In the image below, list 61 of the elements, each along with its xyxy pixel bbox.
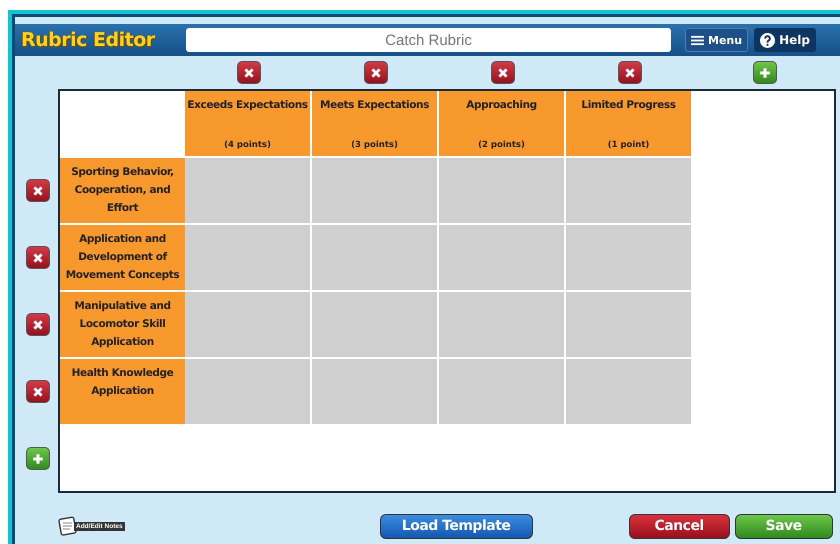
level-title: Limited Progress: [581, 99, 676, 111]
delete-row-button[interactable]: [26, 380, 50, 403]
level-title: Exceeds Expectations: [187, 99, 308, 111]
rubric-cell[interactable]: [566, 359, 693, 426]
cancel-button[interactable]: Cancel: [628, 514, 730, 538]
criterion-cell[interactable]: Sporting Behavior, Cooperation, and Effort: [60, 158, 185, 225]
rubric-cell[interactable]: [185, 359, 312, 426]
column-header[interactable]: Approaching (2 points): [439, 91, 566, 158]
rubric-cell[interactable]: [312, 225, 439, 292]
criterion-cell[interactable]: Application and Development of Movement Concepts: [60, 225, 185, 292]
rubric-cell[interactable]: [185, 158, 312, 225]
rubric-cell[interactable]: [439, 225, 566, 292]
delete-column-button[interactable]: [236, 61, 260, 84]
rubric-cell[interactable]: [185, 225, 312, 292]
rubric-cell[interactable]: [185, 292, 312, 359]
delete-column-button[interactable]: [364, 61, 388, 84]
close-icon: [32, 386, 44, 398]
level-title: Approaching: [466, 99, 537, 111]
rubric-cell[interactable]: [566, 225, 693, 292]
delete-column-button[interactable]: [490, 61, 514, 84]
level-title: Meets Expectations: [320, 99, 429, 111]
rubric-cell[interactable]: [312, 158, 439, 225]
rubric-cell[interactable]: [312, 359, 439, 426]
plus-icon: [32, 452, 44, 464]
add-column-button[interactable]: [752, 61, 776, 84]
window-title: Rubric Editor: [21, 29, 156, 51]
close-icon: [32, 184, 44, 196]
level-points: (1 point): [608, 140, 650, 150]
close-icon: [496, 66, 508, 78]
delete-row-button[interactable]: [26, 313, 50, 336]
delete-row-button[interactable]: [26, 246, 50, 269]
rubric-cell[interactable]: [439, 158, 566, 225]
rubric-name-field[interactable]: Catch Rubric: [186, 28, 671, 52]
column-header[interactable]: Exceeds Expectations (4 points): [185, 91, 312, 158]
criterion-cell[interactable]: Health Knowledge Application: [60, 359, 185, 426]
column-header[interactable]: Limited Progress (1 point): [566, 91, 693, 158]
level-points: (2 points): [478, 140, 525, 150]
level-points: (3 points): [351, 140, 398, 150]
rubric-cell[interactable]: [439, 359, 566, 426]
close-icon: [370, 66, 382, 78]
plus-icon: [758, 66, 770, 78]
add-row-button[interactable]: [26, 447, 50, 470]
close-icon: [32, 318, 44, 330]
rubric-cell[interactable]: [439, 292, 566, 359]
close-icon: [32, 252, 44, 264]
rubric-cell[interactable]: [566, 292, 693, 359]
criterion-cell[interactable]: Manipulative and Locomotor Skill Application: [60, 292, 185, 359]
help-button[interactable]: Help: [754, 28, 816, 52]
close-icon: [242, 66, 254, 78]
column-header[interactable]: Meets Expectations (3 points): [312, 91, 439, 158]
rubric-cell[interactable]: [312, 292, 439, 359]
notepad-icon: [58, 516, 78, 536]
close-icon: [624, 66, 636, 78]
help-icon: [760, 32, 776, 48]
delete-row-button[interactable]: [26, 179, 50, 202]
rubric-cell[interactable]: [566, 158, 693, 225]
load-template-button[interactable]: Load Template: [380, 514, 533, 538]
level-points: (4 points): [224, 140, 271, 150]
delete-column-button[interactable]: [618, 61, 642, 84]
menu-icon: [691, 34, 704, 46]
menu-button[interactable]: Menu: [685, 28, 748, 52]
